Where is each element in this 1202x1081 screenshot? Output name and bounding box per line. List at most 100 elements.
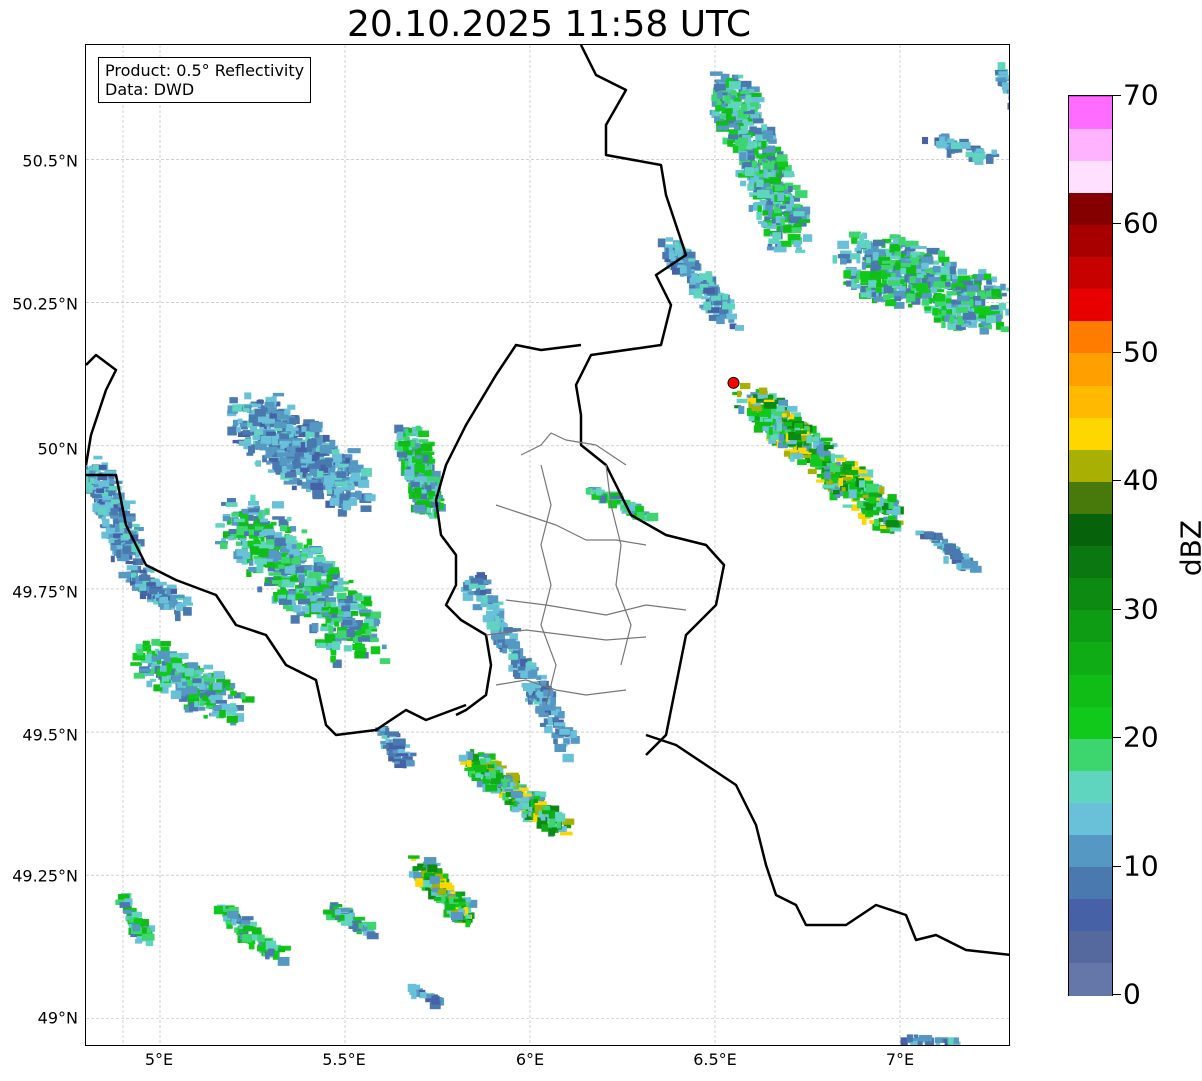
echo-pixel xyxy=(921,256,934,264)
radar-map[interactable]: Product: 0.5° Reflectivity Data: DWD xyxy=(85,44,1010,1046)
echo-pixel xyxy=(991,276,997,283)
echo-pixel xyxy=(207,673,212,678)
echo-pixel xyxy=(131,911,143,918)
lat-label-49.25: 49.25°N xyxy=(12,866,78,886)
colorbar-segment xyxy=(1069,673,1112,707)
echo-pixel xyxy=(427,476,438,482)
echo-pixel xyxy=(330,472,335,479)
lat-label-49: 49°N xyxy=(37,1008,78,1028)
echo-pixel xyxy=(1008,82,1009,91)
echo-pixel xyxy=(272,392,285,397)
colorbar-segment xyxy=(1069,160,1112,193)
echo-pixel xyxy=(784,196,790,202)
echo-pixel xyxy=(374,619,381,625)
echo-pixel xyxy=(126,516,135,522)
echo-pixel xyxy=(336,592,347,599)
border-line xyxy=(520,432,627,466)
echo-pixel xyxy=(540,815,546,821)
echo-pixel xyxy=(354,651,366,659)
echo-pixel xyxy=(465,914,471,919)
echo-pixel xyxy=(794,422,803,428)
echo-pixel xyxy=(751,92,762,97)
echo-pixel xyxy=(357,636,370,642)
echo-pixel xyxy=(782,224,792,233)
echo-pixel xyxy=(303,591,310,596)
echo-pixel xyxy=(312,494,319,499)
echo-pixel xyxy=(250,494,256,504)
echo-pixel xyxy=(547,716,553,725)
echo-pixel xyxy=(879,497,884,506)
echo-pixel xyxy=(306,538,313,546)
echo-pixel xyxy=(308,571,322,579)
echo-pixel xyxy=(935,141,948,148)
echo-pixel xyxy=(408,855,420,859)
echo-pixel xyxy=(342,500,352,506)
echo-pixel xyxy=(797,459,807,466)
echo-pixel xyxy=(148,587,158,595)
echo-pixel xyxy=(777,161,788,168)
echo-pixel xyxy=(751,160,758,168)
echo-pixel xyxy=(674,241,680,250)
echo-pixel xyxy=(277,957,290,966)
echo-pixel xyxy=(286,431,292,435)
echo-pixel xyxy=(123,909,132,914)
echo-pixel xyxy=(316,470,324,477)
echo-pixel xyxy=(300,556,306,561)
echo-pixel xyxy=(522,810,528,815)
echo-pixel xyxy=(955,285,961,291)
echo-pixel xyxy=(734,324,745,331)
echo-pixel xyxy=(423,451,435,456)
echo-pixel xyxy=(249,921,257,927)
echo-pixel xyxy=(273,552,282,561)
echo-pixel xyxy=(414,487,422,494)
echo-pixel xyxy=(691,273,696,282)
echo-pixel xyxy=(265,940,277,950)
echo-pixel xyxy=(271,501,285,509)
echo-pixel xyxy=(491,778,501,784)
echo-pixel xyxy=(1000,283,1006,291)
echo-pixel xyxy=(995,77,1007,82)
echo-pixel xyxy=(774,184,781,192)
colorbar-segment xyxy=(1069,738,1112,771)
echo-pixel xyxy=(991,288,1002,296)
echo-pixel xyxy=(303,452,309,458)
echo-pixel xyxy=(966,284,979,293)
echo-pixel xyxy=(311,622,319,632)
colorbar-segment xyxy=(1069,481,1112,514)
echo-pixel xyxy=(474,764,487,773)
echo-pixel xyxy=(703,301,712,311)
echo-pixel xyxy=(486,595,499,603)
echo-pixel xyxy=(777,241,782,248)
colorbar-tick xyxy=(1113,865,1121,867)
echo-pixel xyxy=(728,81,741,90)
echo-pixel xyxy=(352,643,365,651)
echo-pixel xyxy=(420,443,433,452)
echo-pixel xyxy=(404,476,413,480)
colorbar-unit-label: dBZ xyxy=(1174,519,1202,577)
echo-pixel xyxy=(600,495,606,504)
echo-pixel xyxy=(230,690,237,696)
echo-pixel xyxy=(490,630,499,634)
echo-pixel xyxy=(335,462,341,469)
echo-pixel xyxy=(485,784,498,792)
colorbar-segment xyxy=(1069,802,1112,836)
colorbar-segment xyxy=(1069,641,1112,675)
colorbar-segment xyxy=(1069,256,1112,290)
echo-pixel xyxy=(264,508,270,515)
echo-pixel xyxy=(762,162,775,170)
echo-pixel xyxy=(212,705,217,710)
echo-pixel xyxy=(585,487,591,495)
echo-pixel xyxy=(738,405,745,415)
echo-pixel xyxy=(418,430,430,438)
echo-pixel xyxy=(841,487,846,492)
echo-pixel xyxy=(941,310,947,316)
echo-pixel xyxy=(866,257,871,264)
echo-pixel xyxy=(937,250,946,258)
echo-pixel xyxy=(698,273,712,281)
colorbar-segment xyxy=(1069,770,1112,803)
echo-pixel xyxy=(751,97,765,103)
echo-pixel xyxy=(837,240,850,249)
echo-pixel xyxy=(139,668,151,672)
echo-pixel xyxy=(1006,287,1009,292)
echo-pixel xyxy=(348,464,353,469)
